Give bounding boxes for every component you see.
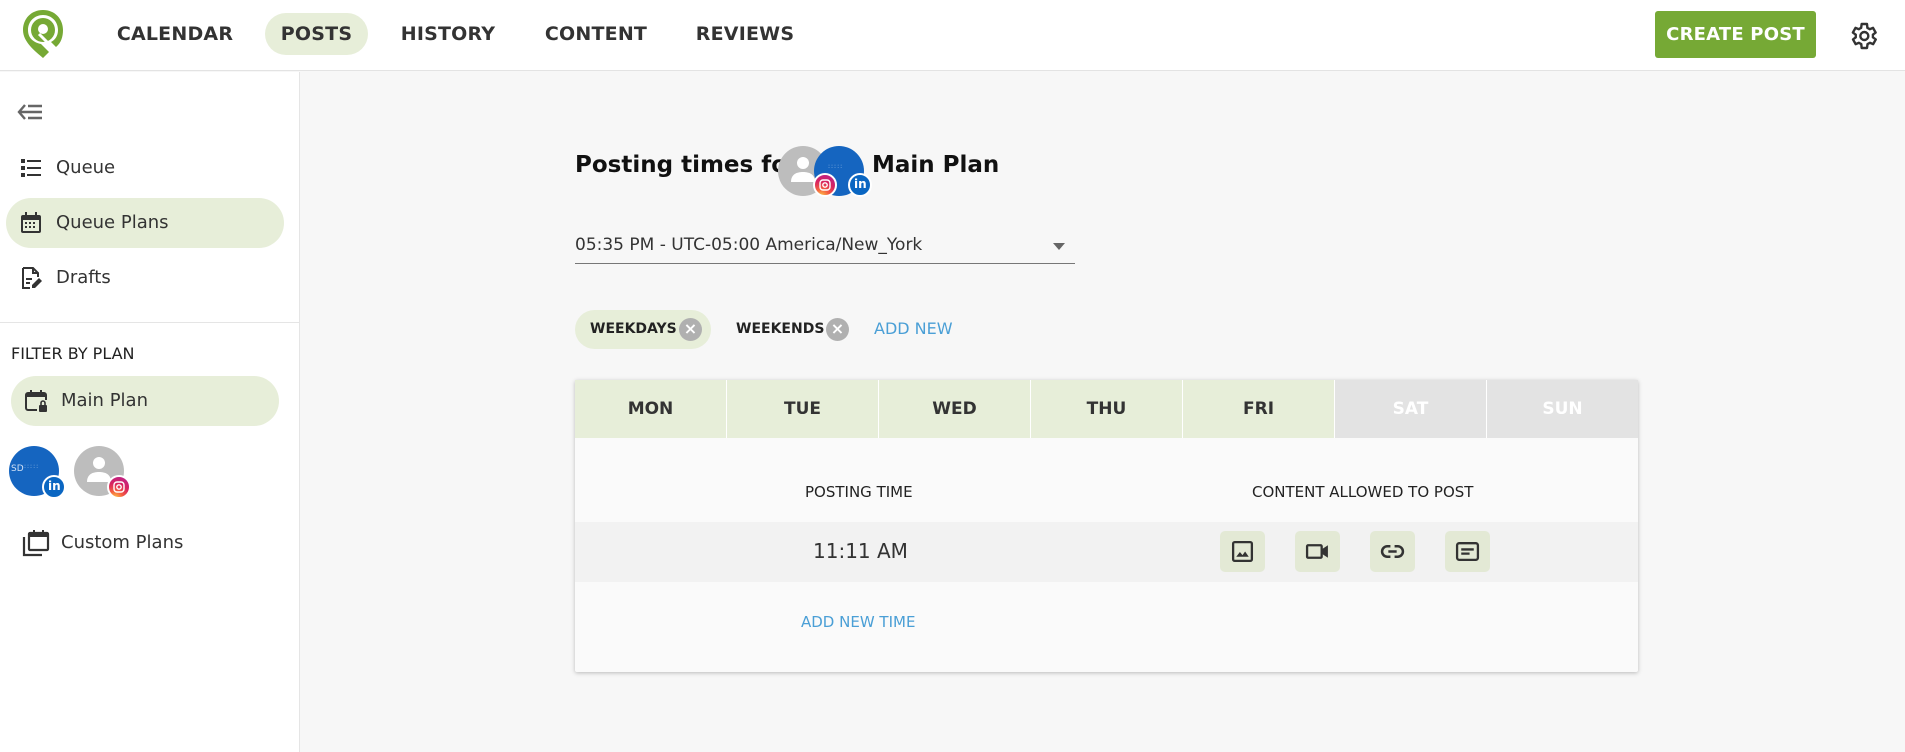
sidebar: Queue Queue Plans Drafts FILTER BY PLAN xyxy=(0,72,300,752)
plan-item-label: Custom Plans xyxy=(61,532,184,553)
plan-item-main-plan[interactable]: Main Plan xyxy=(11,376,279,426)
instagram-badge-icon xyxy=(813,173,837,197)
account-avatar-linkedin[interactable]: SD ::::: in xyxy=(9,446,66,499)
sidebar-item-label: Drafts xyxy=(56,267,111,288)
schedule-chip-weekends[interactable]: WEEKENDS × xyxy=(720,310,860,349)
sidebar-item-queue-plans[interactable]: Queue Plans xyxy=(6,198,284,248)
plan-item-custom-plans[interactable]: Custom Plans xyxy=(11,518,279,568)
calendar-icon xyxy=(21,212,41,233)
day-thu[interactable]: THU xyxy=(1031,380,1183,438)
content-type-link-toggle[interactable] xyxy=(1370,531,1415,572)
plan-name: Main Plan xyxy=(872,152,1000,178)
content-allowed-header: CONTENT ALLOWED TO POST xyxy=(1252,483,1474,501)
add-new-schedule-link[interactable]: ADD NEW xyxy=(874,319,953,338)
nav-tab-history[interactable]: HISTORY xyxy=(392,13,504,55)
posting-time-value[interactable]: 11:11 AM xyxy=(813,539,908,563)
sidebar-item-label: Queue Plans xyxy=(56,212,169,233)
timezone-select[interactable]: 05:35 PM - UTC-05:00 America/New_York xyxy=(575,228,1075,264)
day-mon[interactable]: MON xyxy=(575,380,727,438)
linkedin-badge-icon: in xyxy=(848,173,872,197)
gear-icon[interactable] xyxy=(1847,20,1879,52)
location-pin-logo[interactable] xyxy=(22,9,64,59)
collapse-left-icon[interactable] xyxy=(16,100,44,124)
day-sat[interactable]: SAT xyxy=(1335,380,1487,438)
calendar-lock-icon xyxy=(25,390,47,412)
avatar-logo-text: ::::: xyxy=(828,163,844,170)
draft-edit-icon xyxy=(22,267,42,289)
calendar-stack-icon xyxy=(22,530,50,557)
instagram-badge-icon xyxy=(107,475,131,499)
nav-tab-content[interactable]: CONTENT xyxy=(537,13,655,55)
image-icon xyxy=(1231,540,1254,563)
posting-times-card: MON TUE WED THU FRI SAT SUN POSTING TIME… xyxy=(575,380,1638,672)
day-tue[interactable]: TUE xyxy=(727,380,879,438)
sidebar-item-queue[interactable]: Queue xyxy=(6,143,284,193)
sidebar-divider xyxy=(0,322,300,323)
nav-tab-posts[interactable]: POSTS xyxy=(265,13,368,55)
sidebar-item-label: Queue xyxy=(56,157,116,178)
day-sun[interactable]: SUN xyxy=(1487,380,1638,438)
nav-tab-reviews[interactable]: REVIEWS xyxy=(690,13,800,55)
remove-chip-icon[interactable]: × xyxy=(679,318,702,341)
link-icon xyxy=(1380,545,1405,558)
timezone-value: 05:35 PM - UTC-05:00 America/New_York xyxy=(575,235,923,255)
avatar-logo-text: ::::: xyxy=(24,463,40,470)
day-selector: MON TUE WED THU FRI SAT SUN xyxy=(575,380,1638,438)
avatar-initials: SD xyxy=(11,464,24,474)
add-new-time-link[interactable]: ADD NEW TIME xyxy=(801,613,915,631)
filter-by-plan-title: FILTER BY PLAN xyxy=(11,344,135,363)
page-title: Posting times for: xyxy=(575,152,808,178)
video-icon xyxy=(1305,544,1328,559)
linkedin-badge-icon: in xyxy=(42,475,66,499)
day-fri[interactable]: FRI xyxy=(1183,380,1335,438)
nav-tab-calendar[interactable]: CALENDAR xyxy=(110,13,240,55)
schedule-chip-weekdays[interactable]: WEEKDAYS × xyxy=(575,310,711,349)
content-type-video-toggle[interactable] xyxy=(1295,531,1340,572)
content-type-text-toggle[interactable] xyxy=(1445,531,1490,572)
remove-chip-icon[interactable]: × xyxy=(826,318,849,341)
account-avatar-instagram[interactable] xyxy=(74,446,131,499)
text-icon xyxy=(1455,542,1480,561)
top-navigation-bar: CALENDAR POSTS HISTORY CONTENT REVIEWS C… xyxy=(0,0,1905,71)
chevron-down-icon xyxy=(1053,243,1065,250)
create-post-button[interactable]: CREATE POST xyxy=(1655,11,1816,58)
list-icon xyxy=(21,159,41,177)
plan-item-label: Main Plan xyxy=(61,390,148,411)
time-row: 11:11 AM xyxy=(575,522,1638,582)
sidebar-item-drafts[interactable]: Drafts xyxy=(6,253,284,303)
day-wed[interactable]: WED xyxy=(879,380,1031,438)
chip-label: WEEKENDS xyxy=(736,321,825,337)
posting-time-header: POSTING TIME xyxy=(805,483,913,501)
chip-label: WEEKDAYS xyxy=(590,321,677,337)
content-type-image-toggle[interactable] xyxy=(1220,531,1265,572)
